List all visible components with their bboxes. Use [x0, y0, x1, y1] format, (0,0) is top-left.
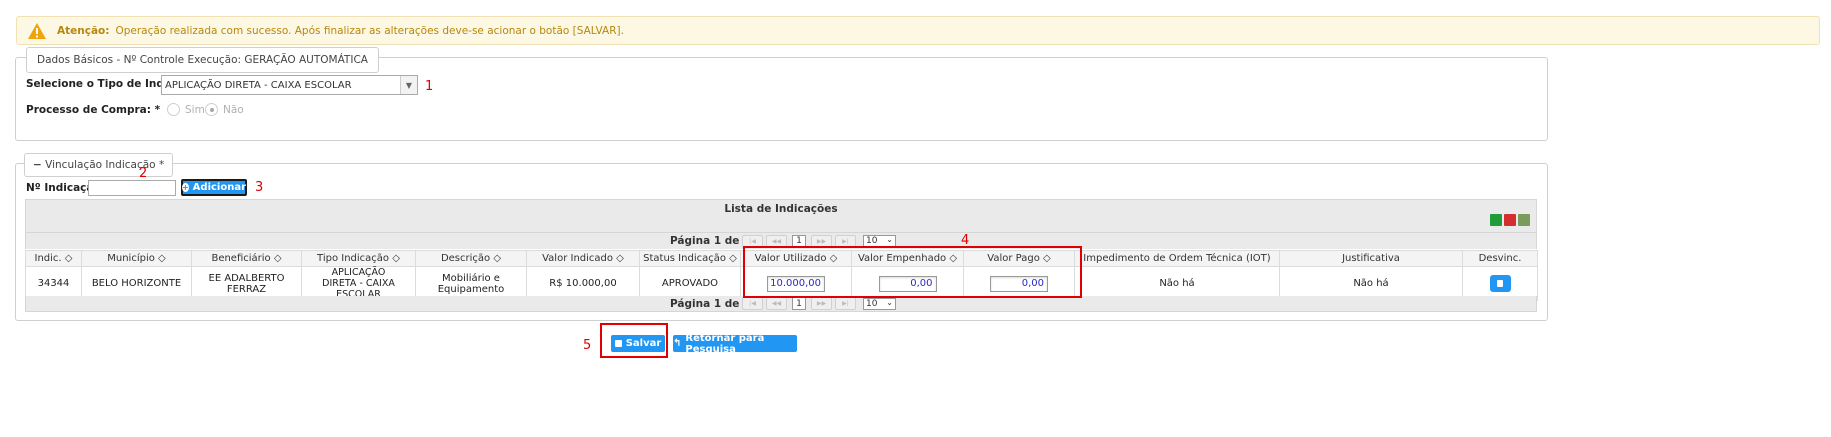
page-label-bottom: Página 1 de 1	[670, 297, 751, 310]
radio-sim-label: Sim	[185, 103, 205, 116]
col-beneficiario[interactable]: Beneficiário ◇	[191, 250, 302, 267]
highlight-box-4	[743, 246, 1082, 298]
grid-title: Lista de Indicações	[724, 203, 838, 215]
page-size-value: 10	[866, 236, 878, 246]
vinculacao-legend[interactable]: − Vinculação Indicação *	[24, 153, 174, 177]
grid-header: Lista de Indicações	[25, 199, 1537, 233]
annotation-1: 1	[425, 79, 434, 94]
col-municipio[interactable]: Município ◇	[81, 250, 192, 267]
return-icon: ↰	[673, 338, 682, 349]
n-indicacao-input[interactable]	[88, 180, 176, 196]
col-tipo[interactable]: Tipo Indicação ◇	[301, 250, 416, 267]
radio-nao-circle[interactable]	[205, 103, 218, 116]
col-indic[interactable]: Indic. ◇	[25, 250, 82, 267]
radio-nao[interactable]: Não	[205, 103, 244, 116]
retornar-button[interactable]: ↰ Retornar para Pesquisa	[673, 332, 797, 355]
pager-bottom: Página 1 de 1 |◀ ◀◀ 1 ▶▶ ▶| 10 ⌄	[25, 296, 1537, 312]
page-size-select[interactable]: 10 ⌄	[863, 297, 896, 310]
col-desvinc: Desvinc.	[1462, 250, 1538, 267]
page-label-top: Página 1 de 1	[670, 235, 751, 247]
success-alert: Atenção: Operação realizada com sucesso.…	[16, 16, 1820, 45]
chevron-down-icon: ⌄	[886, 297, 893, 307]
warning-icon	[28, 22, 46, 39]
collapse-icon[interactable]: −	[33, 159, 42, 171]
adicionar-label: Adicionar	[192, 182, 247, 193]
page-size-value: 10	[866, 298, 878, 309]
annotation-3: 3	[255, 180, 264, 195]
save-icon	[614, 340, 622, 347]
alert-title: Atenção:	[57, 24, 110, 37]
radio-sim[interactable]: Sim	[167, 103, 205, 116]
chevron-down-icon: ⌄	[886, 235, 893, 244]
radio-sim-circle[interactable]	[167, 103, 180, 116]
chevron-down-icon[interactable]: ▼	[400, 76, 417, 94]
tipo-indicacao-value: APLICAÇÃO DIRETA - CAIXA ESCOLAR	[165, 79, 352, 91]
last-page-button[interactable]: ▶|	[835, 297, 856, 310]
salvar-button[interactable]: Salvar	[611, 335, 665, 352]
alert-text: Operação realizada com sucesso. Após fin…	[115, 24, 624, 37]
print-icon[interactable]	[1518, 214, 1530, 226]
trash-icon[interactable]	[1489, 275, 1511, 292]
processo-compra-label: Processo de Compra: *	[26, 104, 161, 116]
pdf-export-icon[interactable]	[1504, 214, 1516, 226]
annotation-5: 5	[583, 338, 592, 353]
tipo-indicacao-select[interactable]: APLICAÇÃO DIRETA - CAIXA ESCOLAR ▼	[161, 75, 418, 95]
plus-icon: +	[181, 183, 189, 192]
col-descricao[interactable]: Descrição ◇	[415, 250, 527, 267]
annotation-2: 2	[139, 166, 148, 181]
next-page-button[interactable]: ▶▶	[811, 297, 832, 310]
radio-nao-label: Não	[223, 103, 244, 116]
prev-page-button[interactable]: ◀◀	[766, 297, 787, 310]
col-iot: Impedimento de Ordem Técnica (IOT)	[1074, 250, 1280, 267]
retornar-label: Retornar para Pesquisa	[685, 332, 765, 355]
excel-export-icon[interactable]	[1490, 214, 1502, 226]
adicionar-button[interactable]: + Adicionar	[181, 179, 247, 196]
dados-basicos-legend: Dados Básicos - Nº Controle Execução: GE…	[26, 47, 379, 73]
col-justificativa: Justificativa	[1279, 250, 1463, 267]
current-page[interactable]: 1	[792, 297, 806, 310]
first-page-button[interactable]: |◀	[742, 297, 763, 310]
export-icons	[1490, 214, 1530, 226]
col-valor-indicado[interactable]: Valor Indicado ◇	[526, 250, 640, 267]
col-status[interactable]: Status Indicação ◇	[639, 250, 741, 267]
salvar-label: Salvar	[625, 338, 662, 349]
